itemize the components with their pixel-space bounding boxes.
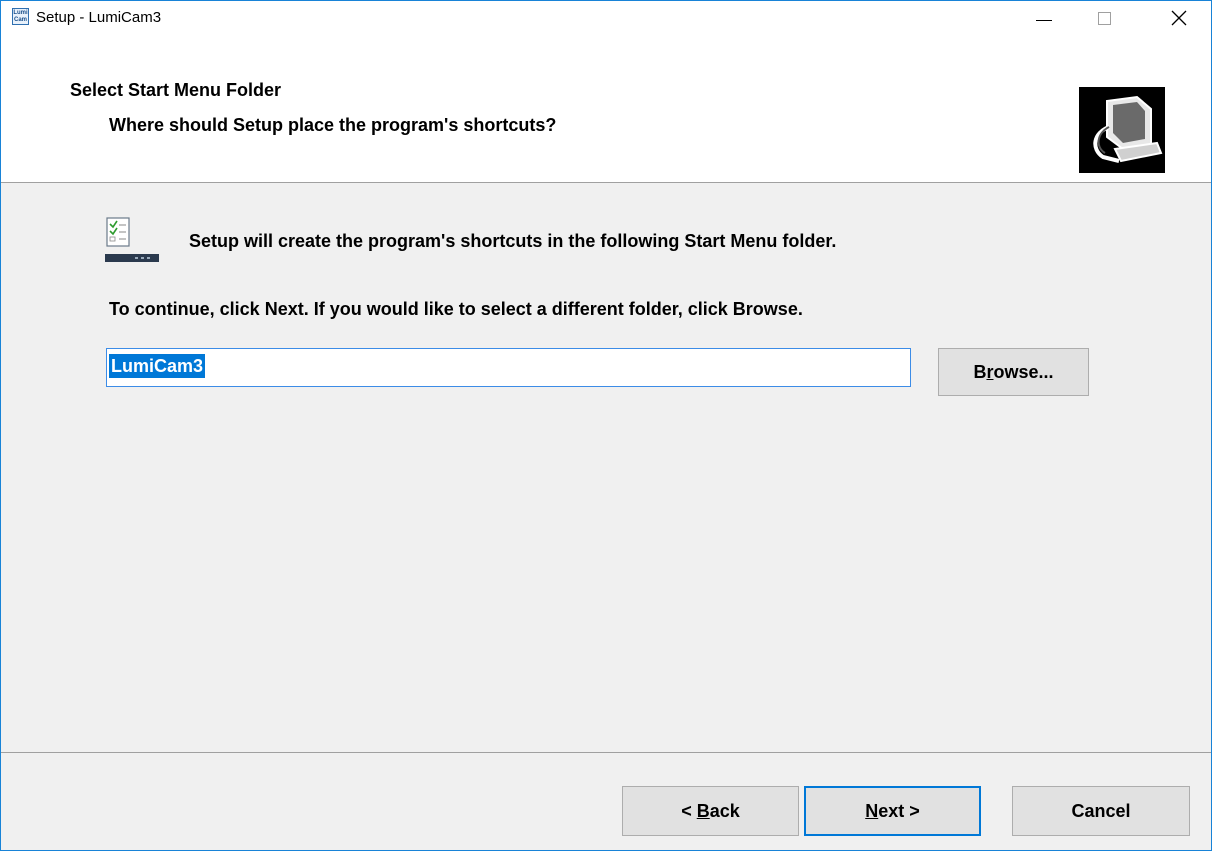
browse-label-post: owse...	[993, 361, 1054, 382]
page-subtitle: Where should Setup place the program's s…	[109, 115, 557, 135]
next-button[interactable]: Next >	[804, 786, 981, 836]
setup-window: Lumi Cam Setup - LumiCam3 Select Start M…	[0, 0, 1212, 851]
cancel-button[interactable]: Cancel	[1012, 786, 1190, 836]
wizard-footer: < Back Next > Cancel	[1, 753, 1211, 850]
close-icon	[1171, 10, 1187, 26]
start-menu-folder-input[interactable]: LumiCam3	[106, 348, 911, 387]
back-label-pre: <	[681, 800, 697, 821]
info-text: Setup will create the program's shortcut…	[189, 231, 837, 251]
app-icon[interactable]: Lumi Cam	[12, 8, 29, 25]
window-title: Setup - LumiCam3	[36, 9, 162, 26]
title-bar[interactable]: Lumi Cam Setup - LumiCam3	[1, 1, 1211, 35]
browse-label-pre: B	[973, 361, 987, 382]
browse-button[interactable]: Br owse...	[938, 348, 1089, 396]
back-button[interactable]: < Back	[622, 786, 799, 836]
wizard-header: Select Start Menu Folder Where should Se…	[1, 35, 1211, 182]
browse-label-key: r	[986, 361, 994, 382]
page-title: Select Start Menu Folder	[70, 80, 282, 100]
folder-input-value: LumiCam3	[109, 354, 206, 378]
minimize-icon	[1036, 19, 1052, 21]
next-label-key: N	[865, 800, 879, 821]
next-label-post: ext >	[878, 800, 920, 821]
instruction-text: To continue, click Next. If you would li…	[109, 299, 803, 319]
back-label-post: ack	[709, 800, 740, 821]
maximize-icon	[1097, 11, 1111, 25]
wizard-computer-icon	[1079, 87, 1165, 173]
minimize-button[interactable]	[1021, 1, 1067, 35]
back-label-key: B	[696, 800, 710, 821]
maximize-button[interactable]	[1081, 1, 1127, 35]
wizard-content: Setup will create the program's shortcut…	[1, 183, 1211, 753]
close-button[interactable]	[1156, 1, 1202, 35]
start-menu-folder-icon	[105, 217, 159, 262]
